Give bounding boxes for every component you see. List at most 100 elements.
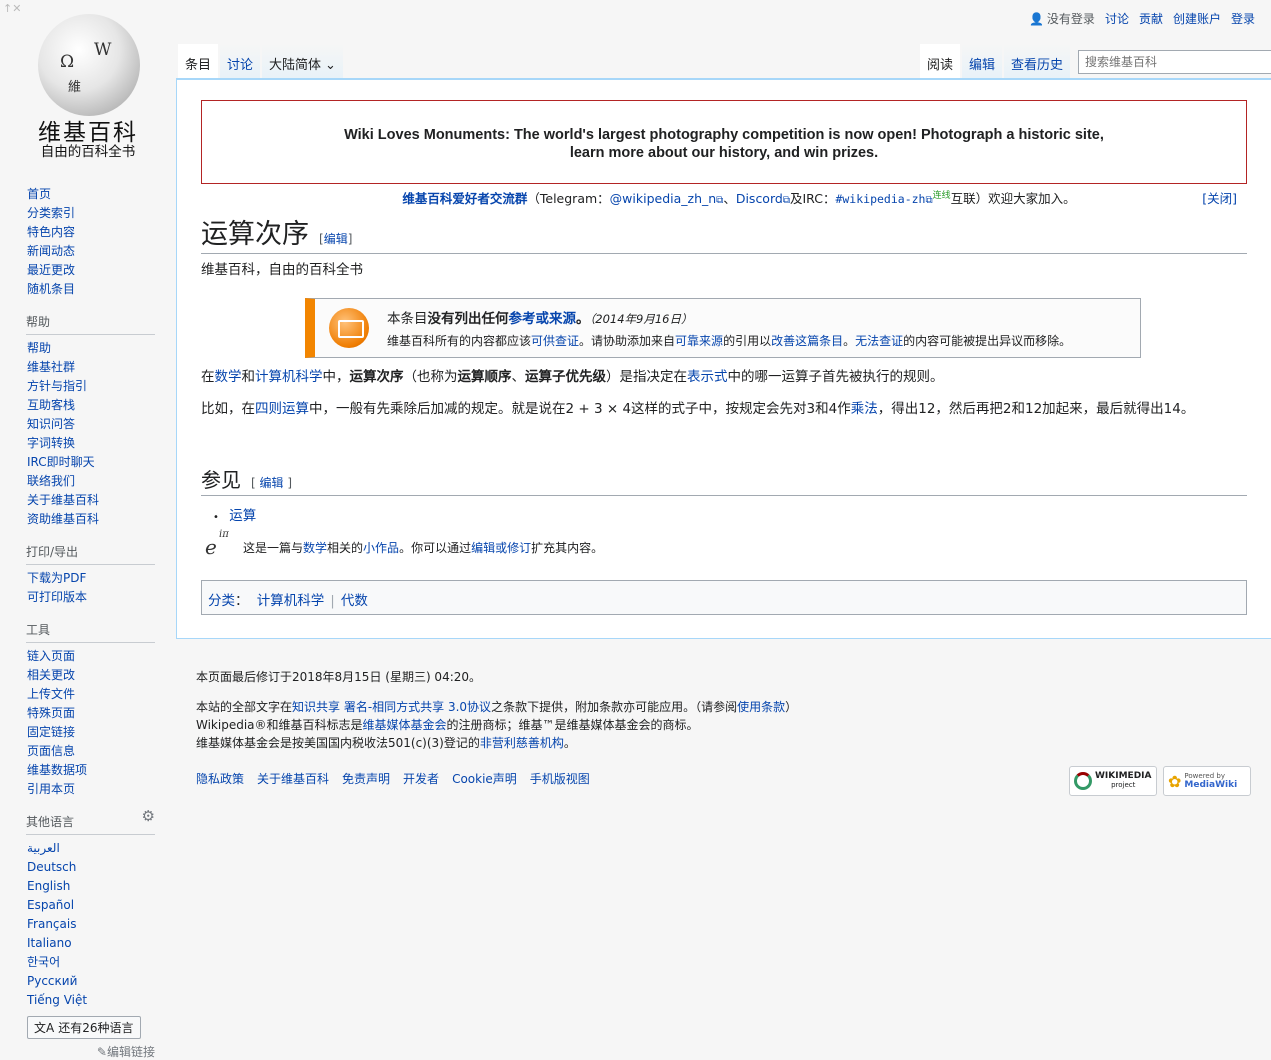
sidebar-item-help[interactable]: 帮助 xyxy=(27,341,51,355)
developers-link[interactable]: 开发者 xyxy=(403,770,439,787)
community-text: （Telegram： xyxy=(527,191,610,207)
category-link[interactable]: 代数 xyxy=(341,593,368,609)
wikipedia-logo[interactable]: ↑✕ Ω W 維 维基百科 自由的百科全书 xyxy=(0,0,176,160)
computer-science-link[interactable]: 计算机科学 xyxy=(255,369,323,385)
sidebar-item-printable[interactable]: 可打印版本 xyxy=(27,590,87,604)
sidebar-item-community[interactable]: 维基社群 xyxy=(27,360,75,374)
sidebar-item-wikidata[interactable]: 维基数据项 xyxy=(27,763,87,777)
verifiability-link[interactable]: 可供查证 xyxy=(531,334,579,348)
para-text: 比如，在 xyxy=(201,401,255,417)
sidebar-item-about[interactable]: 关于维基百科 xyxy=(27,493,99,507)
badge-title: WIKIMEDIA xyxy=(1095,771,1152,781)
nonprofit-link[interactable]: 非营利慈善机构 xyxy=(480,736,564,750)
lang-item-fr[interactable]: Français xyxy=(27,917,76,931)
sidebar-item-permalink[interactable]: 固定链接 xyxy=(27,725,75,739)
multiplication-link[interactable]: 乘法 xyxy=(851,401,878,417)
user-icon: 👤 xyxy=(1028,11,1044,26)
tab-history[interactable]: 查看历史 xyxy=(1004,44,1071,78)
terms-link[interactable]: 使用条款 xyxy=(737,700,785,714)
sidebar-item-contact[interactable]: 联络我们 xyxy=(27,474,75,488)
stub-math-link[interactable]: 数学 xyxy=(303,541,327,555)
community-group-link[interactable]: 维基百科爱好者交流群 xyxy=(402,191,527,206)
see-also-item[interactable]: 运算 xyxy=(229,508,256,524)
stub-edit-link[interactable]: 编辑或修订 xyxy=(471,541,531,555)
sidebar-heading-print: 打印/导出 xyxy=(26,543,155,565)
sidebar-item-page-info[interactable]: 页面信息 xyxy=(27,744,75,758)
reliable-sources-link[interactable]: 可靠来源 xyxy=(675,334,723,348)
sidebar-item-upload[interactable]: 上传文件 xyxy=(27,687,75,701)
tab-edit[interactable]: 编辑 xyxy=(962,44,1003,78)
lang-item-ko[interactable]: 한국어 xyxy=(27,955,60,969)
sidebar-item-irc[interactable]: IRC即时聊天 xyxy=(27,455,95,469)
cookie-link[interactable]: Cookie声明 xyxy=(452,770,517,787)
sidebar-item-download-pdf[interactable]: 下载为PDF xyxy=(27,571,86,585)
lang-item-ru[interactable]: Русский xyxy=(27,974,77,988)
sidebar-item-special-pages[interactable]: 特殊页面 xyxy=(27,706,75,720)
privacy-link[interactable]: 隐私政策 xyxy=(196,770,244,787)
sidebar-item-main-page[interactable]: 首页 xyxy=(27,187,51,201)
lang-item-vi[interactable]: Tiếng Việt xyxy=(27,993,87,1007)
title-edit-link[interactable]: 编辑 xyxy=(324,232,348,246)
telegram-link[interactable]: @wikipedia_zh_n xyxy=(610,191,717,206)
references-link[interactable]: 参考或来源 xyxy=(509,311,577,327)
close-notice-link[interactable]: [关闭] xyxy=(1202,188,1237,207)
sidebar-item-random[interactable]: 随机条目 xyxy=(27,282,75,296)
improve-article-link[interactable]: 改善这篇条目 xyxy=(771,334,843,348)
variant-dropdown[interactable]: 大陆简体 ⌄ xyxy=(262,44,343,78)
sidebar-tools: 工具 链入页面 相关更改 上传文件 特殊页面 固定链接 页面信息 维基数据项 引… xyxy=(0,621,155,799)
sidebar-item-qa[interactable]: 知识问答 xyxy=(27,417,75,431)
tab-article[interactable]: 条目 xyxy=(178,44,219,78)
disclaimer-link[interactable]: 免责声明 xyxy=(342,770,390,787)
lang-item-it[interactable]: Italiano xyxy=(27,936,72,950)
edit-links[interactable]: ✎编辑链接 xyxy=(27,1043,155,1060)
wmf-link[interactable]: 维基媒体基金会 xyxy=(363,718,447,732)
lang-item-de[interactable]: Deutsch xyxy=(27,860,76,874)
sidebar-item-donate[interactable]: 资助维基百科 xyxy=(27,512,99,526)
sidebar-item-cite[interactable]: 引用本页 xyxy=(27,782,75,796)
create-account-link[interactable]: 创建账户 xyxy=(1173,10,1221,27)
tab-read[interactable]: 阅读 xyxy=(920,44,961,78)
irc-link[interactable]: #wikipedia-zh xyxy=(835,192,925,206)
sidebar-item-featured[interactable]: 特色内容 xyxy=(27,225,75,239)
sidebar-item-news[interactable]: 新闻动态 xyxy=(27,244,75,258)
sidebar-item-what-links-here[interactable]: 链入页面 xyxy=(27,649,75,663)
footer-text: 维基媒体基金会是按美国国内税收法501(c)(3)登记的 xyxy=(196,736,480,750)
sidebar-item-policies[interactable]: 方针与指引 xyxy=(27,379,87,393)
discord-link[interactable]: Discord xyxy=(736,191,783,206)
categories-label-link[interactable]: 分类 xyxy=(208,593,235,609)
more-languages-button[interactable]: 文A 还有26种语言 xyxy=(27,1016,141,1039)
unverifiable-link[interactable]: 无法查证 xyxy=(855,334,903,348)
lang-item-en[interactable]: English xyxy=(27,879,70,893)
personal-talk-link[interactable]: 讨论 xyxy=(1105,10,1129,27)
mobile-view-link[interactable]: 手机版视图 xyxy=(530,770,590,787)
logo-tagline: 自由的百科全书 xyxy=(40,144,136,160)
wikimedia-project-badge[interactable]: WIKIMEDIA project xyxy=(1069,766,1157,796)
category-link[interactable]: 计算机科学 xyxy=(257,593,325,609)
edit-links-label: 编辑链接 xyxy=(106,1045,155,1059)
stub-notice: e iπ 这是一篇与数学相关的小作品。你可以通过编辑或修订扩充其内容。 xyxy=(205,529,603,559)
lang-item-ar[interactable]: العربية xyxy=(27,841,60,855)
variant-label: 大陆简体 xyxy=(269,58,322,73)
sidebar-help: 帮助 帮助 维基社群 方针与指引 互助客栈 知识问答 字词转换 IRC即时聊天 … xyxy=(0,313,155,529)
tab-talk[interactable]: 讨论 xyxy=(220,44,261,78)
sidebar-item-related-changes[interactable]: 相关更改 xyxy=(27,668,75,682)
search-input[interactable] xyxy=(1078,50,1271,74)
personal-contributions-link[interactable]: 贡献 xyxy=(1139,10,1163,27)
sidebar-item-conversion[interactable]: 字词转换 xyxy=(27,436,75,450)
arithmetic-link[interactable]: 四则运算 xyxy=(255,401,309,417)
lang-item-es[interactable]: Español xyxy=(27,898,74,912)
sidebar-item-recent-changes[interactable]: 最近更改 xyxy=(27,263,75,277)
expression-link[interactable]: 表示式 xyxy=(687,369,728,385)
license-link[interactable]: 知识共享 署名-相同方式共享 3.0协议 xyxy=(292,700,491,714)
mediawiki-badge[interactable]: ✿ Powered by MediaWiki xyxy=(1163,766,1251,796)
math-link[interactable]: 数学 xyxy=(215,369,242,385)
about-link[interactable]: 关于维基百科 xyxy=(257,770,329,787)
site-subtitle: 维基百科，自由的百科全书 xyxy=(201,262,363,278)
section-edit-link[interactable]: 编辑 xyxy=(260,476,284,490)
gear-icon[interactable]: ⚙ xyxy=(142,807,155,825)
stub-link[interactable]: 小作品 xyxy=(363,541,399,555)
sidebar-item-village-pump[interactable]: 互助客栈 xyxy=(27,398,75,412)
login-link[interactable]: 登录 xyxy=(1231,10,1255,27)
sidebar-item-category-index[interactable]: 分类索引 xyxy=(27,206,75,220)
site-notice-banner[interactable]: Wiki Loves Monuments: The world's larges… xyxy=(201,100,1247,184)
